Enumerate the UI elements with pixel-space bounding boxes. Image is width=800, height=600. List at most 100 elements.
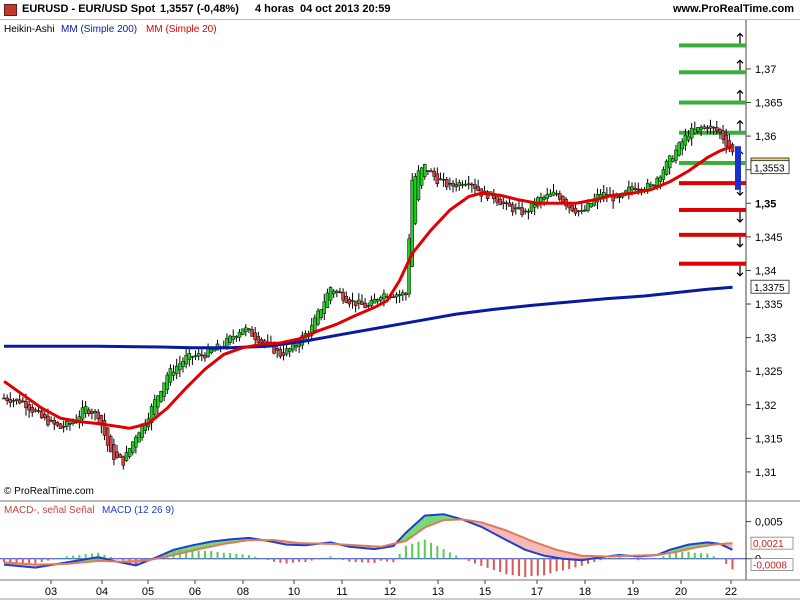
macd-histogram-bar <box>354 558 357 562</box>
candle-body <box>96 411 100 420</box>
x-tick-label: 08 <box>237 586 249 598</box>
last-range-marker <box>735 146 741 190</box>
last-quote: 1,3557 (-0,48%) <box>160 3 239 15</box>
candle-body <box>121 455 126 466</box>
candle-body <box>30 407 35 413</box>
price-legend-mm200: MM (Simple 200) <box>61 24 137 35</box>
candle-body <box>87 409 91 414</box>
x-tick-label: 17 <box>531 586 543 598</box>
candle-body <box>347 299 352 305</box>
candle-body <box>689 127 694 139</box>
candle-body <box>294 345 298 348</box>
candle-body <box>680 141 684 150</box>
candle-body <box>130 441 135 453</box>
candle-body <box>661 169 666 180</box>
macd-histogram-bar <box>329 556 332 559</box>
candle-body <box>630 186 634 191</box>
macd-histogram-bar <box>72 555 75 559</box>
candle-body <box>250 329 254 337</box>
candle-body <box>382 293 386 300</box>
candle-body <box>115 451 119 458</box>
macd-histogram-bar <box>34 558 37 564</box>
macd-histogram-bar <box>323 557 326 559</box>
candle-body <box>551 191 556 196</box>
candle-body <box>407 238 411 295</box>
candle-body <box>313 317 317 331</box>
macd-histogram-bar <box>474 558 476 564</box>
candle-body <box>686 135 691 141</box>
candle-body <box>423 164 427 177</box>
candle-body <box>11 400 16 402</box>
candle-body <box>328 287 333 301</box>
candle-body <box>495 195 499 203</box>
candle-body <box>203 354 207 359</box>
macd-histogram-bar <box>674 552 677 559</box>
candle-body <box>83 405 88 414</box>
candle-body <box>718 129 722 133</box>
candle-body <box>71 421 75 424</box>
candle-body <box>601 192 606 197</box>
candle-body <box>419 167 424 186</box>
macd-histogram-bar <box>700 553 703 559</box>
candle-body <box>237 332 242 338</box>
macd-histogram-bar <box>122 558 125 561</box>
macd-histogram-bar <box>386 558 389 562</box>
macd-histogram-bar <box>222 552 225 559</box>
candle-body <box>463 183 468 186</box>
candle-body <box>287 348 292 352</box>
candle-body <box>372 298 377 304</box>
candle-body <box>21 400 25 403</box>
candle-body <box>394 294 399 298</box>
candle-body <box>510 204 515 213</box>
candle-body <box>532 204 537 208</box>
macd-histogram-bar <box>285 558 288 564</box>
price-legend-mm20: MM (Simple 20) <box>146 24 217 35</box>
macd-histogram-bar <box>59 557 62 559</box>
candle-body <box>523 210 527 213</box>
site-link[interactable]: www.ProRealTime.com <box>673 3 794 15</box>
candle-body <box>244 327 248 333</box>
candle-body <box>137 432 141 443</box>
candle-body <box>529 202 534 212</box>
candle-body <box>514 207 518 210</box>
candle-body <box>554 193 559 195</box>
macd-histogram-bar <box>599 558 602 561</box>
price-tick-label: 1,335 <box>755 299 783 311</box>
candle-body <box>375 299 380 302</box>
candle-body <box>212 348 217 352</box>
candle-body <box>466 183 471 186</box>
macd-histogram-bar <box>524 558 527 578</box>
macd-histogram-bar <box>624 558 627 559</box>
candle-body <box>438 178 443 181</box>
candle-body <box>102 420 107 436</box>
macd-value-text: 0,0021 <box>753 539 784 550</box>
macd-histogram-bar <box>649 558 652 560</box>
price-tick-label: 1,37 <box>755 64 776 76</box>
candle-body <box>350 300 355 302</box>
price-legend-prefix: Heikin-Ashi <box>4 24 55 35</box>
macd-histogram-bar <box>342 558 345 560</box>
candle-body <box>159 391 163 402</box>
macd-histogram-bar <box>84 554 87 559</box>
candle-body <box>561 196 565 203</box>
macd-legend-signal: MACD-, señal Señal <box>4 505 95 516</box>
candle-body <box>256 335 261 343</box>
macd-histogram-bar <box>536 558 539 576</box>
macd-histogram-bar <box>40 558 43 563</box>
chart-header: EURUSD - EUR/USD Spot 1,3557 (-0,48%) 4 … <box>0 0 800 20</box>
candle-body <box>36 410 41 412</box>
candle-body <box>49 419 53 422</box>
macd-histogram-bar <box>436 546 439 559</box>
macd-histogram-bar <box>643 558 646 560</box>
candle-body <box>152 399 157 415</box>
candle-body <box>454 184 458 188</box>
candle-body <box>705 127 710 130</box>
macd-histogram-bar <box>28 558 31 564</box>
candle-body <box>17 399 22 404</box>
macd-histogram-bar <box>235 553 238 559</box>
macd-histogram-bar <box>398 553 401 559</box>
candle-body <box>331 290 336 295</box>
macd-histogram-bar <box>317 558 319 560</box>
candle-body <box>33 409 38 412</box>
candle-body <box>677 142 681 156</box>
